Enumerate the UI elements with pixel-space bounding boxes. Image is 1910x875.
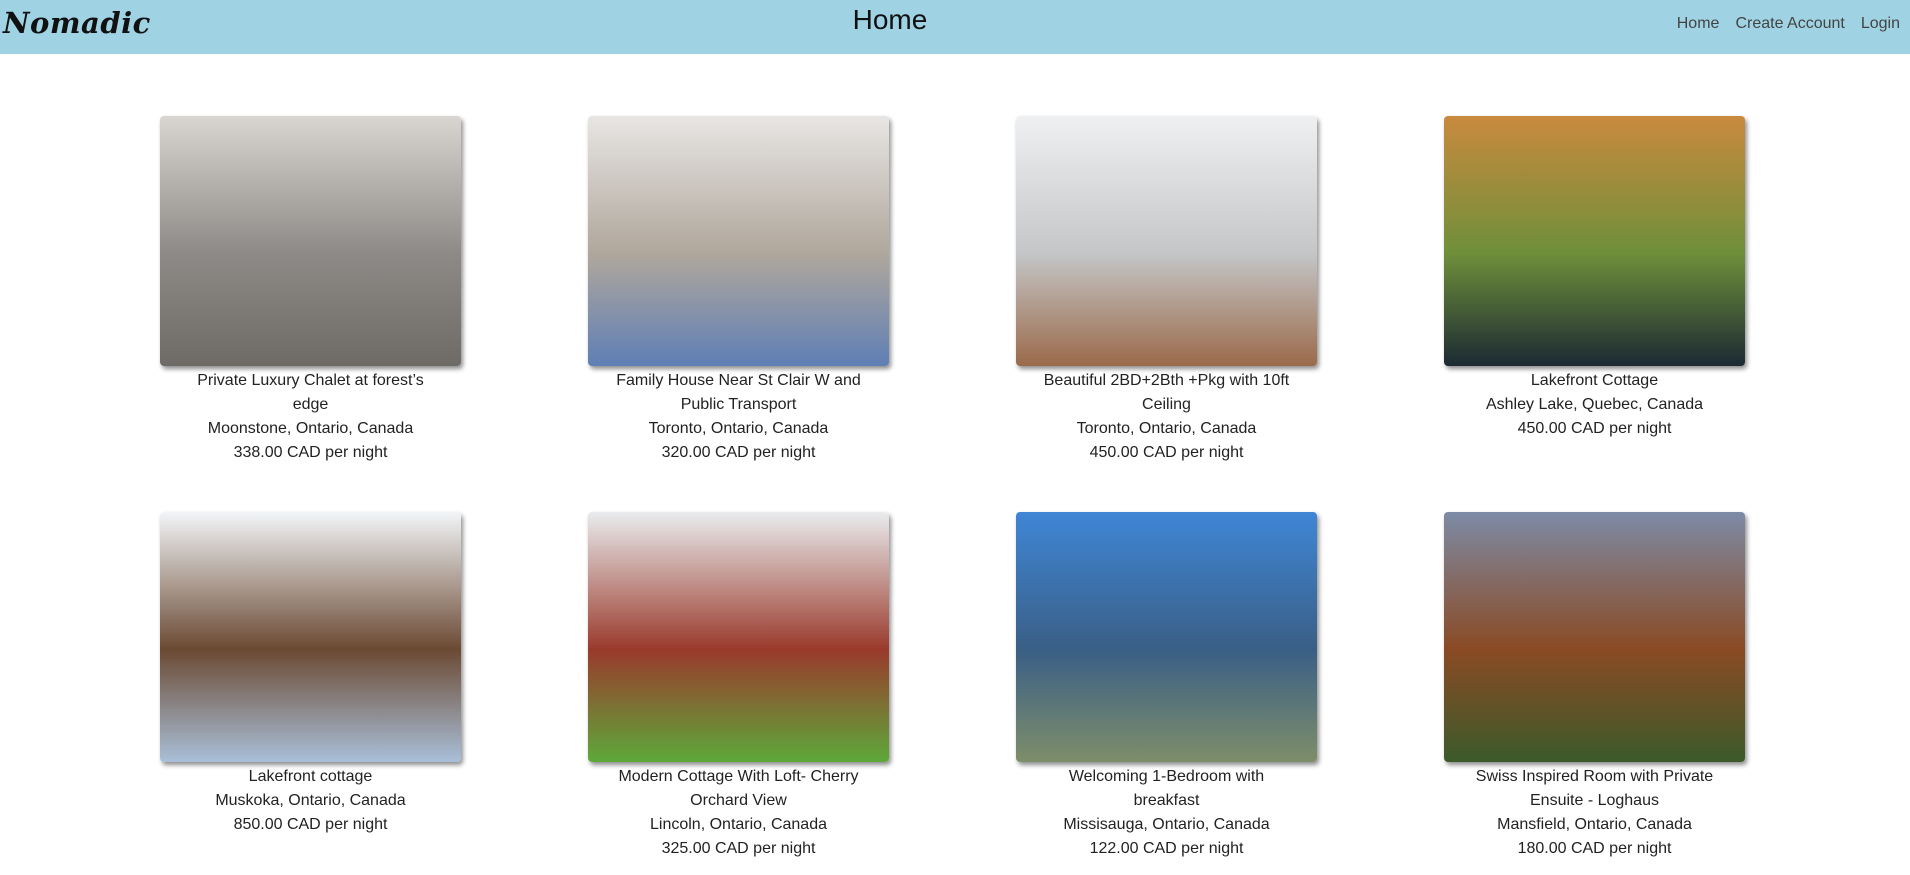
listing-card[interactable]: Modern Cottage With Loft- Cherry Orchard… <box>588 512 889 868</box>
listing-card[interactable]: Lakefront Cottage Ashley Lake, Quebec, C… <box>1444 116 1745 472</box>
listing-photo[interactable] <box>160 116 461 366</box>
listing-info: Swiss Inspired Room with Private Ensuite… <box>1444 762 1745 861</box>
listing-photo[interactable] <box>160 512 461 762</box>
listing-location: Toronto, Ontario, Canada <box>648 420 829 437</box>
listing-card[interactable]: Welcoming 1-Bedroom with breakfast Missi… <box>1016 512 1317 868</box>
nav-create-account-link[interactable]: Create Account <box>1735 15 1844 33</box>
listing-title: Lakefront Cottage <box>1530 372 1659 389</box>
listing-price: 450.00 CAD per night <box>1089 444 1244 461</box>
page-title: Home <box>852 4 928 35</box>
listing-price: 325.00 CAD per night <box>661 840 816 857</box>
listing-card[interactable]: Beautiful 2BD+2Bth +Pkg with 10ft Ceilin… <box>1016 116 1317 472</box>
listing-price: 180.00 CAD per night <box>1517 840 1672 857</box>
listing-price: 850.00 CAD per night <box>233 816 388 833</box>
top-navbar: Nomadic Home Home Create Account Login <box>0 0 1910 54</box>
listing-location: Moonstone, Ontario, Canada <box>207 420 414 437</box>
listing-card[interactable]: Swiss Inspired Room with Private Ensuite… <box>1444 512 1745 868</box>
listing-title: Lakefront cottage <box>248 768 373 785</box>
listing-info: Lakefront cottage Muskoka, Ontario, Cana… <box>160 762 461 837</box>
nav-home-link[interactable]: Home <box>1677 15 1720 33</box>
listing-info: Modern Cottage With Loft- Cherry Orchard… <box>588 762 889 861</box>
listing-info: Lakefront Cottage Ashley Lake, Quebec, C… <box>1444 366 1745 441</box>
listing-price: 122.00 CAD per night <box>1089 840 1244 857</box>
listing-info: Welcoming 1-Bedroom with breakfast Missi… <box>1016 762 1317 861</box>
listing-photo[interactable] <box>588 512 889 762</box>
listing-title: Family House Near St Clair W and Public … <box>616 372 861 413</box>
listing-info: Beautiful 2BD+2Bth +Pkg with 10ft Ceilin… <box>1016 366 1317 465</box>
listing-card[interactable]: Lakefront cottage Muskoka, Ontario, Cana… <box>160 512 461 868</box>
nav-links: Home Create Account Login <box>1677 15 1900 33</box>
listing-location: Ashley Lake, Quebec, Canada <box>1485 396 1704 413</box>
listing-price: 320.00 CAD per night <box>661 444 816 461</box>
nav-login-link[interactable]: Login <box>1861 15 1900 33</box>
listing-photo[interactable] <box>1444 512 1745 762</box>
listing-title: Private Luxury Chalet at forest’s edge <box>197 372 424 413</box>
listing-location: Mansfield, Ontario, Canada <box>1497 816 1692 833</box>
listing-title: Modern Cottage With Loft- Cherry Orchard… <box>618 768 859 809</box>
listing-title: Beautiful 2BD+2Bth +Pkg with 10ft Ceilin… <box>1043 372 1290 413</box>
listing-card[interactable]: Family House Near St Clair W and Public … <box>588 116 889 472</box>
listing-photo[interactable] <box>1016 512 1317 762</box>
listing-location: Lincoln, Ontario, Canada <box>650 816 827 833</box>
listing-card[interactable]: Private Luxury Chalet at forest’s edge M… <box>160 116 461 472</box>
listing-location: Missisauga, Ontario, Canada <box>1063 816 1270 833</box>
listing-info: Private Luxury Chalet at forest’s edge M… <box>160 366 461 465</box>
listing-location: Muskoka, Ontario, Canada <box>215 792 406 809</box>
listing-photo[interactable] <box>588 116 889 366</box>
listing-info: Family House Near St Clair W and Public … <box>588 366 889 465</box>
listing-photo[interactable] <box>1444 116 1745 366</box>
listing-grid: Private Luxury Chalet at forest’s edge M… <box>160 116 1745 868</box>
listing-location: Toronto, Ontario, Canada <box>1076 420 1257 437</box>
listing-title: Welcoming 1-Bedroom with breakfast <box>1068 768 1265 809</box>
listing-price: 450.00 CAD per night <box>1517 420 1672 437</box>
listing-title: Swiss Inspired Room with Private Ensuite… <box>1475 768 1714 809</box>
listing-photo[interactable] <box>1016 116 1317 366</box>
listing-price: 338.00 CAD per night <box>233 444 388 461</box>
